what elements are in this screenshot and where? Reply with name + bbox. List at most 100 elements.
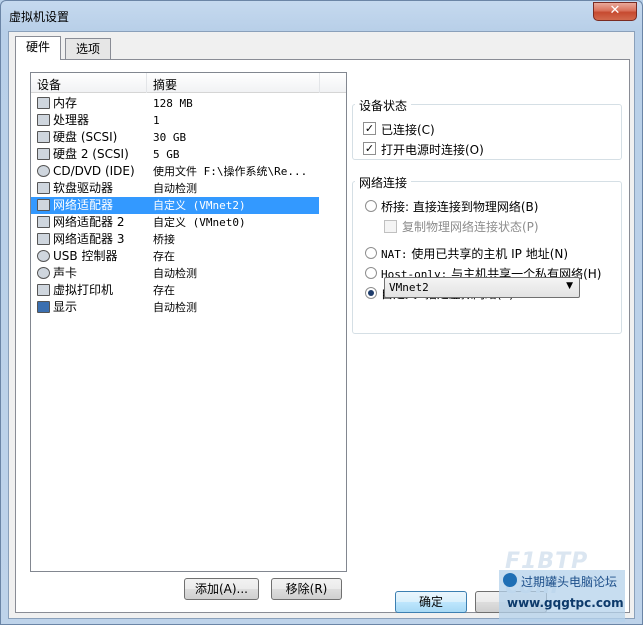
- device-summary: 自定义 (VMnet0): [153, 216, 246, 229]
- device-summary: 自定义 (VMnet2): [153, 199, 246, 212]
- connect-at-power-on-checkbox[interactable]: ✓: [363, 142, 376, 155]
- device-summary: 128 MB: [153, 97, 193, 110]
- watermark: 过期罐头电脑论坛 www.gqgtpc.com: [499, 570, 625, 622]
- column-summary[interactable]: 摘要: [153, 76, 177, 93]
- device-summary: 自动检测: [153, 267, 197, 280]
- replicate-state-label[interactable]: 复制物理网络连接状态(P): [402, 218, 539, 235]
- hard-disk-icon: [37, 131, 50, 143]
- device-name: 处理器: [53, 113, 90, 127]
- column-device[interactable]: 设备: [37, 76, 61, 93]
- device-summary: 30 GB: [153, 131, 187, 144]
- title-bar[interactable]: 虚拟机设置 ✕: [1, 1, 642, 31]
- watermark-url: www.gqgtpc.com: [507, 596, 624, 610]
- watermark-site-name: 过期罐头电脑论坛: [521, 575, 618, 589]
- column-separator[interactable]: [146, 73, 147, 93]
- network-adapter-icon: [37, 199, 50, 211]
- device-summary: 存在: [153, 284, 175, 297]
- dialog-client-area: 硬件 选项 设备 摘要 内存 128 MB 处理器 1 硬盘 (SCSI) 30 GB…: [8, 31, 635, 619]
- processor-icon: [37, 114, 50, 126]
- memory-icon: [37, 97, 50, 109]
- device-summary: 使用文件 F:\操作系统\Re...: [153, 165, 308, 178]
- nat-radio[interactable]: [365, 247, 377, 259]
- device-name: 虚拟打印机: [53, 283, 114, 297]
- custom-radio[interactable]: [365, 287, 377, 299]
- host-only-radio[interactable]: [365, 267, 377, 279]
- connect-at-power-on-label[interactable]: 打开电源时连接(O): [381, 141, 484, 158]
- cd-dvd-icon: [37, 165, 50, 177]
- device-summary: 存在: [153, 250, 175, 263]
- hardware-panel: 设备 摘要 内存 128 MB 处理器 1 硬盘 (SCSI) 30 GB 硬盘 2 …: [15, 59, 630, 613]
- device-summary: 自动检测: [153, 301, 197, 314]
- bridged-option[interactable]: 桥接: 直接连接到物理网络(B): [381, 198, 538, 215]
- device-name: 声卡: [53, 266, 78, 280]
- device-rows: 内存 128 MB 处理器 1 硬盘 (SCSI) 30 GB 硬盘 2 (SCSI)…: [31, 95, 346, 316]
- display-icon: [37, 301, 50, 313]
- device-row-hard-disk-2[interactable]: 硬盘 2 (SCSI) 5 GB: [31, 146, 346, 163]
- custom-network-select[interactable]: VMnet2 ▼: [384, 277, 580, 298]
- device-name: 软盘驱动器: [53, 181, 114, 195]
- sound-card-icon: [37, 267, 50, 279]
- replicate-state-checkbox[interactable]: [384, 220, 397, 233]
- connected-label[interactable]: 已连接(C): [381, 121, 435, 138]
- device-name: 内存: [53, 96, 78, 110]
- device-row-floppy[interactable]: 软盘驱动器 自动检测: [31, 180, 346, 197]
- device-row-network-adapter-2[interactable]: 网络适配器 2 自定义 (VMnet0): [31, 214, 346, 231]
- device-name: CD/DVD (IDE): [53, 164, 135, 178]
- device-name: 网络适配器 2: [53, 215, 125, 229]
- ok-button[interactable]: 确定: [395, 591, 467, 613]
- connected-checkbox[interactable]: ✓: [363, 122, 376, 135]
- column-separator[interactable]: [319, 73, 320, 93]
- list-header: 设备 摘要: [31, 73, 346, 93]
- nat-option[interactable]: NAT: 使用已共享的主机 IP 地址(N): [381, 245, 568, 262]
- device-name: 网络适配器 3: [53, 232, 125, 246]
- dialog-window: 虚拟机设置 ✕ 硬件 选项 设备 摘要 内存 128 MB 处理器 1 硬盘 (SC…: [0, 0, 643, 625]
- device-row-cd-dvd[interactable]: CD/DVD (IDE) 使用文件 F:\操作系统\Re...: [31, 163, 346, 180]
- bridged-radio[interactable]: [365, 200, 377, 212]
- device-row-sound-card[interactable]: 声卡 自动检测: [31, 265, 346, 282]
- usb-icon: [37, 250, 50, 262]
- device-summary: 桥接: [153, 233, 175, 246]
- device-row-memory[interactable]: 内存 128 MB: [31, 95, 346, 112]
- device-status-title: 设备状态: [355, 97, 412, 114]
- bridged-label: 直接连接到物理网络(B): [412, 200, 539, 214]
- check-icon: ✓: [364, 122, 375, 135]
- chevron-down-icon: ▼: [566, 281, 573, 291]
- check-icon: ✓: [364, 142, 375, 155]
- close-button[interactable]: ✕: [593, 2, 637, 21]
- tab-hardware[interactable]: 硬件: [15, 36, 62, 60]
- watermark-logo-icon: [503, 573, 517, 587]
- device-row-printer[interactable]: 虚拟打印机 存在: [31, 282, 346, 299]
- device-name: 硬盘 (SCSI): [53, 130, 118, 144]
- device-row-network-adapter-3[interactable]: 网络适配器 3 桥接: [31, 231, 346, 248]
- hard-disk-icon: [37, 148, 50, 160]
- custom-network-value: VMnet2: [389, 281, 429, 294]
- add-button[interactable]: 添加(A)...: [184, 578, 259, 600]
- device-summary: 1: [153, 114, 160, 127]
- device-row-network-adapter[interactable]: 网络适配器 自定义 (VMnet2): [31, 197, 319, 214]
- radio-selected-dot: [368, 290, 374, 296]
- network-adapter-icon: [37, 216, 50, 228]
- device-row-display[interactable]: 显示 自动检测: [31, 299, 346, 316]
- window-title: 虚拟机设置: [9, 10, 70, 24]
- device-row-hard-disk[interactable]: 硬盘 (SCSI) 30 GB: [31, 129, 346, 146]
- tab-hardware-label: 硬件: [26, 40, 51, 54]
- device-name: 网络适配器: [53, 198, 114, 212]
- device-name: 硬盘 2 (SCSI): [53, 147, 129, 161]
- device-row-processor[interactable]: 处理器 1: [31, 112, 346, 129]
- printer-icon: [37, 284, 50, 296]
- nat-prefix: NAT:: [381, 248, 408, 261]
- device-name: USB 控制器: [53, 249, 118, 263]
- close-icon: ✕: [609, 3, 621, 18]
- tab-options[interactable]: 选项: [65, 38, 112, 60]
- network-adapter-icon: [37, 233, 50, 245]
- bridged-prefix: 桥接:: [381, 200, 410, 214]
- remove-button[interactable]: 移除(R): [271, 578, 342, 600]
- device-name: 显示: [53, 300, 78, 314]
- device-summary: 5 GB: [153, 148, 180, 161]
- device-summary: 自动检测: [153, 182, 197, 195]
- network-connection-title: 网络连接: [355, 174, 412, 191]
- floppy-icon: [37, 182, 50, 194]
- tab-options-label: 选项: [76, 42, 101, 56]
- device-row-usb-controller[interactable]: USB 控制器 存在: [31, 248, 346, 265]
- device-list[interactable]: 设备 摘要 内存 128 MB 处理器 1 硬盘 (SCSI) 30 GB 硬盘 2 …: [30, 72, 347, 572]
